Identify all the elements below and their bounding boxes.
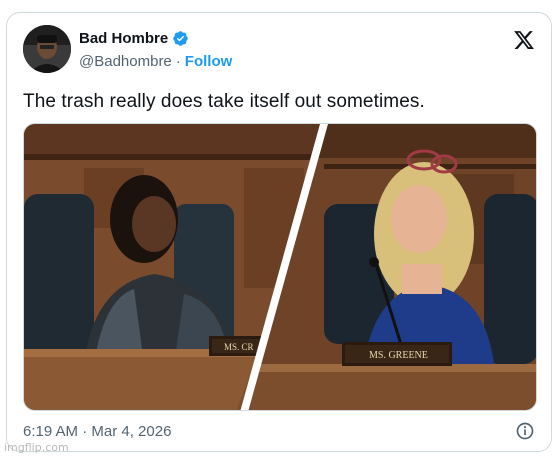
author-name-text[interactable]: Bad Hombre — [79, 30, 168, 47]
author-display-name[interactable]: Bad Hombre — [79, 30, 189, 47]
verified-badge-icon — [173, 31, 188, 46]
tweet-text: The trash really does take itself out so… — [23, 91, 425, 112]
x-logo-icon[interactable] — [513, 29, 535, 51]
tweet-card: Bad Hombre @Badhombre · Follow The trash… — [6, 12, 552, 452]
separator-dot: · — [175, 53, 181, 70]
info-icon[interactable] — [515, 421, 535, 441]
post-timestamp[interactable]: 6:19 AM · Mar 4, 2026 — [23, 423, 171, 440]
avatar[interactable] — [23, 25, 71, 73]
right-nameplate-text: MS. GREENE — [369, 350, 428, 361]
watermark: imgflip.com — [4, 441, 69, 454]
tweet-media[interactable]: MS. CR MS. GREENE — [23, 123, 537, 411]
media-photo: MS. CR MS. GREENE — [24, 124, 536, 410]
avatar-image — [23, 25, 71, 73]
follow-button[interactable]: Follow — [185, 53, 233, 70]
left-nameplate-text: MS. CR — [224, 342, 254, 352]
author-handle[interactable]: @Badhombre — [79, 53, 172, 70]
author-handle-row: @Badhombre · Follow — [79, 53, 232, 70]
